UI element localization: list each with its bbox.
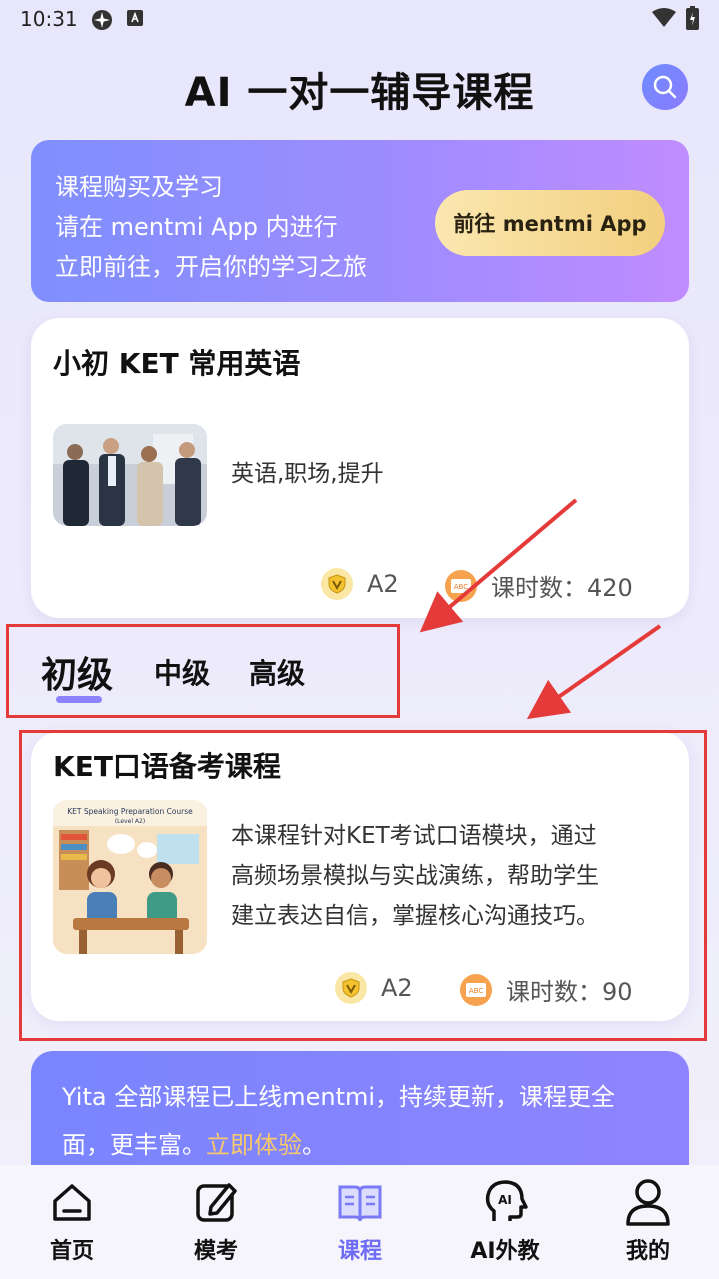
- nav-profile-label: 我的: [625, 1239, 670, 1264]
- svg-text:ABC: ABC: [454, 583, 468, 591]
- level-badge-icon: [321, 568, 353, 600]
- promo-line-3: 立即前往，开启你的学习之旅: [55, 253, 367, 281]
- try-now-link[interactable]: 立即体验: [206, 1131, 302, 1159]
- promo-line-1: 课程购买及学习: [55, 173, 223, 201]
- course-hours-value: 课时数：420: [491, 574, 633, 602]
- book-icon: [338, 1185, 382, 1222]
- promo-banner: 课程购买及学习 请在 mentmi App 内进行 立即前往，开启你的学习之旅 …: [31, 140, 689, 302]
- info-banner-suffix: 。: [302, 1131, 326, 1159]
- bottom-nav: 首页 模考 课程 AI AI外教 我的: [0, 1165, 719, 1279]
- search-icon: [653, 75, 677, 99]
- nav-home[interactable]: 首页: [22, 1177, 122, 1265]
- course-level: A2: [321, 568, 399, 600]
- annotation-box-tabs: [6, 624, 400, 718]
- course-tags: 英语,职场,提升: [231, 461, 384, 487]
- battery-icon: [686, 6, 699, 30]
- home-icon: [53, 1184, 91, 1221]
- nav-ai-tutor[interactable]: AI AI外教: [455, 1177, 555, 1265]
- course-hours: ABC 课时数：420: [445, 568, 633, 603]
- info-banner: Yita 全部课程已上线mentmi，持续更新，课程更全面，更丰富。立即体验。: [31, 1051, 689, 1166]
- info-banner-message: Yita 全部课程已上线mentmi，持续更新，课程更全面，更丰富。: [62, 1083, 616, 1159]
- annotation-arrow: [526, 624, 662, 720]
- featured-course-card[interactable]: 小初 KET 常用英语 英语,职场,提升 A2 ABC 课时数：420: [31, 318, 689, 618]
- course-level-value: A2: [367, 570, 399, 598]
- wifi-icon: [652, 8, 676, 27]
- nav-courses[interactable]: 课程: [310, 1177, 410, 1265]
- course-thumbnail: [53, 424, 207, 526]
- info-banner-text: Yita 全部课程已上线mentmi，持续更新，课程更全面，更丰富。立即体验。: [62, 1073, 662, 1169]
- course-title: 小初 KET 常用英语: [53, 347, 301, 380]
- search-button[interactable]: [642, 64, 688, 110]
- svg-text:AI: AI: [498, 1193, 512, 1207]
- nav-ai-tutor-label: AI外教: [470, 1239, 540, 1264]
- nav-courses-label: 课程: [337, 1239, 382, 1264]
- nav-home-label: 首页: [49, 1239, 94, 1264]
- ai-head-icon: AI: [485, 1180, 528, 1221]
- user-icon: [626, 1179, 670, 1226]
- nav-mock-exam-label: 模考: [193, 1239, 238, 1264]
- page-title: AI 一对一辅导课程: [184, 70, 535, 116]
- annotation-box-course: [19, 730, 707, 1041]
- nav-profile[interactable]: 我的: [598, 1177, 698, 1265]
- office-people-image: [53, 424, 207, 526]
- edit-icon: [196, 1183, 237, 1222]
- status-notification-icon: [127, 10, 143, 26]
- promo-line-2: 请在 mentmi App 内进行: [55, 213, 338, 241]
- nav-mock-exam[interactable]: 模考: [166, 1177, 266, 1265]
- hours-badge-icon: ABC: [445, 569, 477, 602]
- status-bar: 10:31: [0, 0, 719, 40]
- status-time: 10:31: [20, 7, 78, 31]
- status-app-icon: [92, 10, 112, 30]
- open-mentmi-button[interactable]: 前往 mentmi App: [435, 190, 665, 256]
